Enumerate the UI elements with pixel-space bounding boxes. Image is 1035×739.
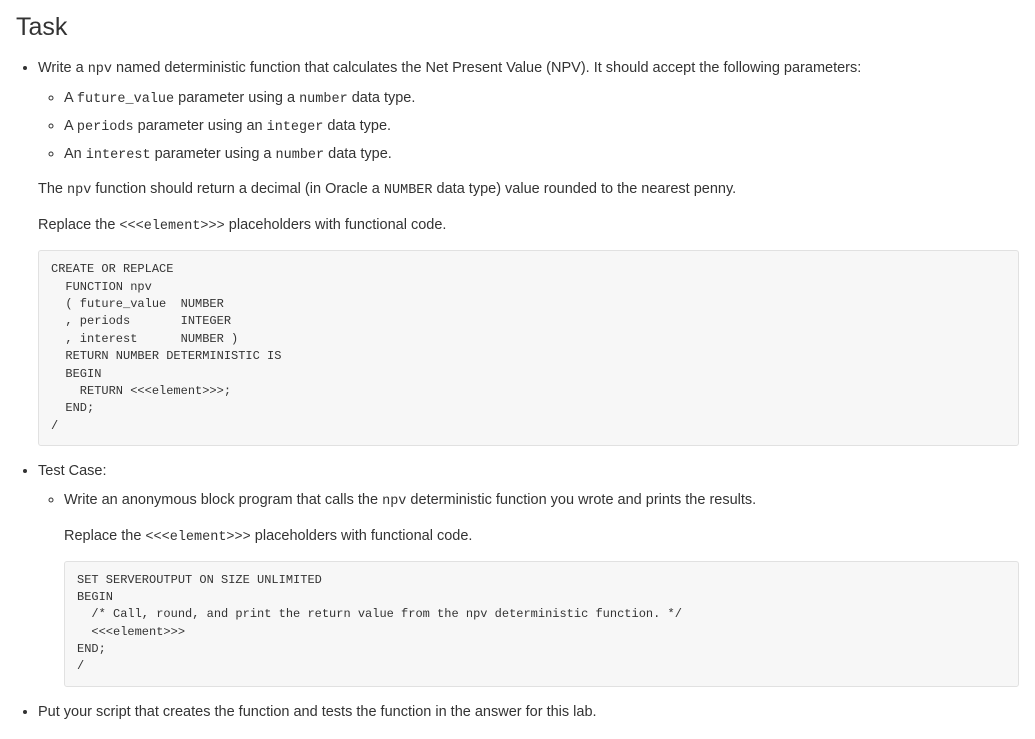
text-segment: data type. xyxy=(324,146,392,162)
text-segment: data type) value rounded to the nearest … xyxy=(433,181,737,197)
code-block-test: SET SERVEROUTPUT ON SIZE UNLIMITED BEGIN… xyxy=(64,561,1019,687)
code-inline: npv xyxy=(382,494,406,509)
code-inline: npv xyxy=(67,183,91,198)
text-segment: A xyxy=(64,90,77,106)
text-segment: data type. xyxy=(348,90,416,106)
param-item-interest: An interest parameter using a number dat… xyxy=(64,143,1019,167)
test-case-label: Test Case: xyxy=(38,463,107,479)
task-list: Write a npv named deterministic function… xyxy=(16,57,1019,724)
text-segment: A xyxy=(64,118,77,134)
code-inline: periods xyxy=(77,120,134,135)
code-inline: number xyxy=(299,92,348,107)
text-segment: The xyxy=(38,181,67,197)
text-segment: An xyxy=(64,146,86,162)
text-segment: parameter using a xyxy=(151,146,276,162)
replace-instruction-2: Replace the <<<element>>> placeholders w… xyxy=(64,525,1019,549)
task-item-write-function: Write a npv named deterministic function… xyxy=(38,57,1019,446)
code-block-function: CREATE OR REPLACE FUNCTION npv ( future_… xyxy=(38,250,1019,446)
code-inline: <<<element>>> xyxy=(119,219,224,234)
text-segment: placeholders with functional code. xyxy=(251,528,473,544)
text-segment: parameter using a xyxy=(174,90,299,106)
task-heading: Task xyxy=(16,8,1019,47)
code-inline: NUMBER xyxy=(384,183,433,198)
param-list: A future_value parameter using a number … xyxy=(38,87,1019,167)
text-segment: Write an anonymous block program that ca… xyxy=(64,492,382,508)
text-segment: Write a xyxy=(38,60,88,76)
task-item-test-case: Test Case: Write an anonymous block prog… xyxy=(38,460,1019,687)
text-segment: Replace the xyxy=(64,528,145,544)
text-segment: placeholders with functional code. xyxy=(225,217,447,233)
code-inline: <<<element>>> xyxy=(145,530,250,545)
text-segment: function should return a decimal (in Ora… xyxy=(91,181,384,197)
return-description: The npv function should return a decimal… xyxy=(38,178,1019,202)
code-inline: integer xyxy=(267,120,324,135)
code-inline: future_value xyxy=(77,92,174,107)
test-case-subitem: Write an anonymous block program that ca… xyxy=(64,489,1019,687)
code-inline: number xyxy=(276,148,325,163)
text-segment: parameter using an xyxy=(134,118,267,134)
text-segment: data type. xyxy=(323,118,391,134)
code-inline: interest xyxy=(86,148,151,163)
text-segment: Replace the xyxy=(38,217,119,233)
param-item-periods: A periods parameter using an integer dat… xyxy=(64,115,1019,139)
test-case-sublist: Write an anonymous block program that ca… xyxy=(38,489,1019,687)
param-item-future-value: A future_value parameter using a number … xyxy=(64,87,1019,111)
text-segment: named deterministic function that calcul… xyxy=(112,60,861,76)
task-item-submit: Put your script that creates the functio… xyxy=(38,701,1019,723)
text-segment: deterministic function you wrote and pri… xyxy=(406,492,756,508)
submit-instruction: Put your script that creates the functio… xyxy=(38,704,597,720)
code-inline-npv: npv xyxy=(88,62,112,77)
replace-instruction: Replace the <<<element>>> placeholders w… xyxy=(38,214,1019,238)
